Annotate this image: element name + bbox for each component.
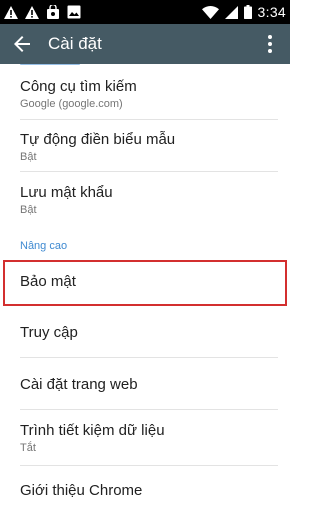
- setting-value: Google (google.com): [20, 98, 123, 110]
- highlight-box: [3, 260, 287, 306]
- wifi-icon: [201, 5, 219, 19]
- warning-icon: [25, 5, 39, 19]
- notification-icons: [4, 3, 81, 21]
- setting-label: Công cụ tìm kiếm: [20, 78, 137, 95]
- setting-label: Tự động điền biểu mẫu: [20, 131, 176, 148]
- setting-accessibility[interactable]: Truy cập: [0, 310, 290, 358]
- warning-icon: [4, 5, 18, 19]
- section-header-advanced: Nâng cao: [20, 240, 68, 252]
- shopping-bag-icon: [47, 5, 59, 19]
- page-title: Cài đặt: [48, 34, 102, 53]
- signal-icon: [224, 5, 238, 19]
- setting-site-settings[interactable]: Cài đặt trang web: [0, 358, 290, 410]
- system-icons: 3:34: [201, 3, 286, 21]
- app-bar: Cài đặt: [0, 24, 290, 64]
- setting-label: Trình tiết kiệm dữ liệu: [20, 422, 165, 439]
- setting-data-saver[interactable]: Trình tiết kiệm dữ liệu Tắt: [0, 410, 290, 466]
- setting-label: Truy cập: [20, 324, 78, 341]
- battery-icon: [243, 5, 252, 19]
- setting-save-passwords[interactable]: Lưu mật khẩu Bật: [0, 172, 290, 224]
- setting-about-chrome[interactable]: Giới thiệu Chrome: [0, 466, 290, 515]
- setting-autofill[interactable]: Tự động điền biểu mẫu Bật: [0, 120, 290, 172]
- setting-label: Cài đặt trang web: [20, 376, 138, 393]
- setting-value: Bật: [20, 151, 37, 163]
- image-icon: [67, 5, 81, 19]
- setting-label: Lưu mật khẩu: [20, 184, 113, 201]
- setting-value: Tắt: [20, 442, 36, 454]
- settings-list: Công cụ tìm kiếm Google (google.com) Tự …: [0, 64, 290, 515]
- clock: 3:34: [257, 4, 286, 20]
- setting-label: Giới thiệu Chrome: [20, 482, 143, 499]
- more-vert-icon[interactable]: [258, 32, 282, 56]
- status-bar: 3:34: [0, 0, 290, 24]
- setting-search-engine[interactable]: Công cụ tìm kiếm Google (google.com): [0, 64, 290, 120]
- setting-value: Bật: [20, 204, 37, 216]
- arrow-left-icon[interactable]: [10, 32, 34, 56]
